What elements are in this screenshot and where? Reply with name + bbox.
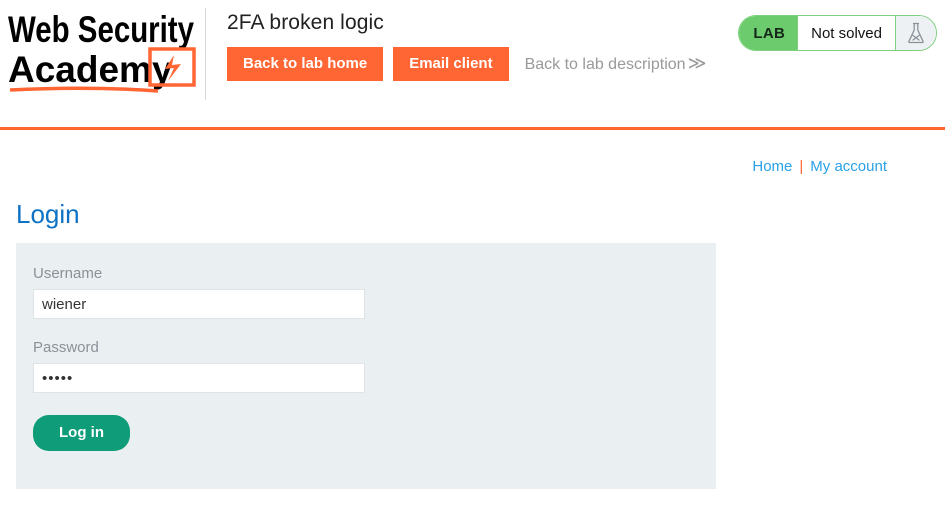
nav-separator: |	[799, 158, 804, 175]
lab-status-tag: LAB	[739, 16, 798, 50]
header-orange-rule	[0, 127, 945, 130]
flask-icon[interactable]	[895, 16, 936, 50]
email-client-button[interactable]: Email client	[393, 47, 509, 81]
logo-text-line1: Web Security	[8, 9, 194, 50]
lab-status-widget: LAB Not solved	[738, 15, 937, 51]
account-nav: Home | My account	[0, 157, 945, 177]
lab-status-text: Not solved	[797, 16, 895, 50]
logo-text-line2: Academy	[8, 49, 173, 90]
flask-icon-svg	[908, 22, 924, 44]
username-label: Username	[33, 265, 103, 282]
page-title: Login	[16, 199, 80, 229]
login-form-panel: Username Password Log in	[16, 243, 716, 489]
main-content: Home | My account Login Username Password …	[0, 127, 945, 489]
header-vertical-divider	[205, 8, 206, 100]
double-chevron-right-icon: ≫	[687, 53, 707, 73]
password-input[interactable]	[33, 363, 365, 393]
logo-underline-swoosh	[9, 86, 159, 93]
back-to-lab-description-link[interactable]: Back to lab description ≫	[524, 53, 707, 75]
site-header: Web Security Academy 2FA broken logic Ba…	[0, 0, 945, 130]
logo-svg: Web Security Academy	[8, 9, 196, 93]
back-to-lab-home-button[interactable]: Back to lab home	[227, 47, 384, 81]
username-input[interactable]	[33, 289, 365, 319]
web-security-academy-logo[interactable]: Web Security Academy	[0, 0, 205, 110]
password-label: Password	[33, 339, 99, 356]
lab-links-row: Back to lab home Email client Back to la…	[227, 47, 945, 81]
nav-link-my-account[interactable]: My account	[810, 158, 887, 175]
log-in-button[interactable]: Log in	[33, 415, 130, 451]
back-to-lab-description-label: Back to lab description	[524, 56, 686, 73]
nav-link-home[interactable]: Home	[752, 158, 792, 175]
